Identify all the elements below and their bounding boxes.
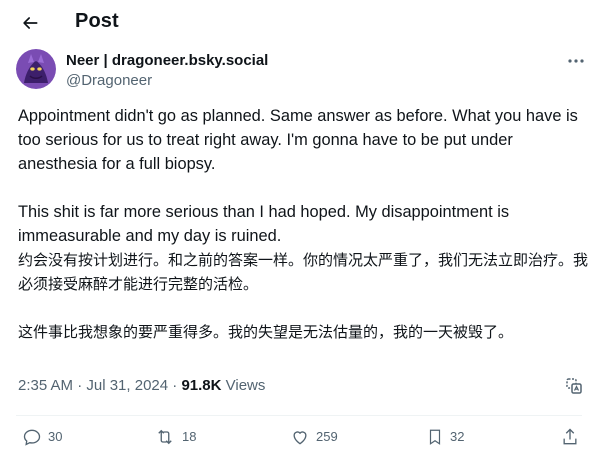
reply-count: 30 xyxy=(48,429,63,444)
author-display-name[interactable]: Neer | dragoneer.bsky.social xyxy=(66,51,268,70)
bookmark-button[interactable]: 32 xyxy=(426,425,464,449)
more-options-button[interactable] xyxy=(562,50,590,72)
post-timestamp[interactable]: 2:35 AM · Jul 31, 2024 xyxy=(18,377,168,394)
post-paragraph-english-1: Appointment didn't go as planned. Same a… xyxy=(18,107,578,173)
more-horizontal-icon xyxy=(567,58,585,64)
share-button[interactable] xyxy=(560,425,580,449)
repost-count: 18 xyxy=(182,429,197,444)
post-meta: 2:35 AM · Jul 31, 2024 · 91.8K Views xyxy=(18,376,265,396)
views-count: 91.8K xyxy=(181,377,222,394)
action-bar: 30 18 259 32 xyxy=(0,425,598,449)
like-button[interactable]: 259 xyxy=(290,425,338,449)
author-handle[interactable]: @Dragoneer xyxy=(66,71,268,90)
like-count: 259 xyxy=(316,429,338,444)
avatar[interactable] xyxy=(16,49,56,89)
repost-button[interactable]: 18 xyxy=(154,425,196,449)
translate-analytics-icon xyxy=(564,376,584,396)
avatar-image xyxy=(16,49,56,89)
post-paragraph-chinese-1: 约会没有按计划进行。和之前的答案一样。你的情况太严重了，我们无法立即治疗。我必须… xyxy=(18,251,589,293)
back-button[interactable] xyxy=(16,9,44,37)
post-header: Post xyxy=(0,0,598,44)
analytics-button[interactable] xyxy=(562,374,586,398)
post-paragraph-english-2: This shit is far more serious than I had… xyxy=(18,203,510,245)
reply-icon xyxy=(22,427,42,447)
arrow-left-icon xyxy=(20,13,40,33)
bookmark-count: 32 xyxy=(450,429,465,444)
bookmark-icon xyxy=(426,427,444,447)
repost-icon xyxy=(154,427,176,447)
author-info: Neer | dragoneer.bsky.social @Dragoneer xyxy=(66,51,268,90)
reply-button[interactable]: 30 xyxy=(22,425,62,449)
page-title: Post xyxy=(75,10,119,32)
meta-separator: · xyxy=(168,377,182,394)
post-text: Appointment didn't go as planned. Same a… xyxy=(18,104,588,344)
views-label: Views xyxy=(221,377,266,394)
post-paragraph-chinese-2: 这件事比我想象的要严重得多。我的失望是无法估量的，我的一天被毁了。 xyxy=(18,323,514,341)
share-icon xyxy=(560,427,580,447)
divider xyxy=(16,415,582,416)
heart-icon xyxy=(290,427,310,447)
